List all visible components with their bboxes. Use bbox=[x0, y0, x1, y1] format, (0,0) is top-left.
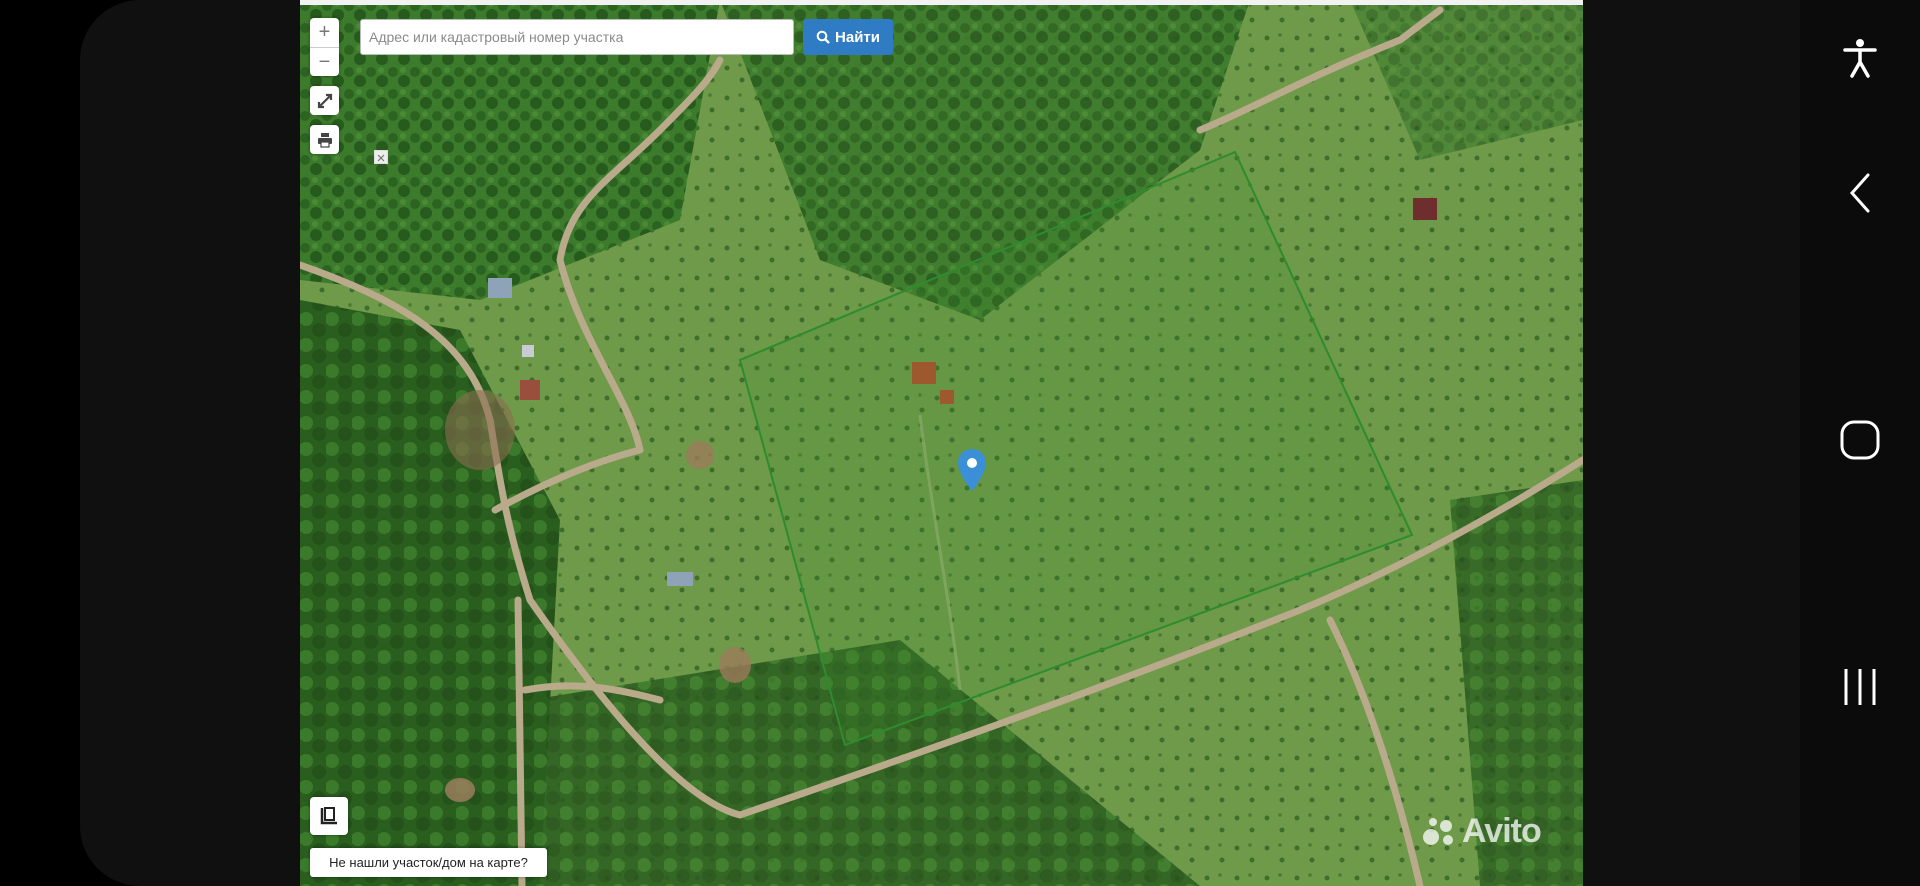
printer-icon bbox=[317, 132, 332, 148]
find-button[interactable]: Найти bbox=[803, 19, 893, 55]
recents-icon bbox=[1844, 669, 1876, 705]
layers-button[interactable] bbox=[310, 797, 348, 835]
recents-button[interactable] bbox=[1840, 667, 1880, 707]
back-button[interactable] bbox=[1840, 173, 1880, 213]
find-button-label: Найти bbox=[835, 28, 880, 46]
map-header-strip bbox=[300, 0, 1583, 5]
avito-logo-icon bbox=[1423, 817, 1453, 845]
location-marker-icon[interactable] bbox=[957, 448, 987, 492]
map-layers-icon bbox=[320, 807, 337, 825]
watermark-text: Avito bbox=[1462, 812, 1542, 850]
accessibility-button[interactable] bbox=[1840, 38, 1880, 78]
satellite-imagery bbox=[300, 0, 1583, 886]
accessibility-icon bbox=[1843, 39, 1877, 78]
print-button[interactable] bbox=[310, 125, 339, 154]
fullscreen-button[interactable] bbox=[310, 86, 339, 115]
system-navigation-bar bbox=[1800, 0, 1920, 886]
broken-image-icon bbox=[374, 150, 388, 164]
home-button[interactable] bbox=[1840, 420, 1880, 460]
zoom-out-button[interactable]: − bbox=[310, 48, 339, 77]
search-icon bbox=[816, 30, 830, 44]
home-icon bbox=[1840, 420, 1880, 460]
back-icon bbox=[1849, 173, 1870, 213]
map-view[interactable]: + − Найти Не нашли участок/дом на карте?… bbox=[300, 0, 1583, 886]
search-input[interactable] bbox=[360, 19, 794, 55]
zoom-control: + − bbox=[310, 18, 339, 76]
zoom-in-button[interactable]: + bbox=[310, 18, 339, 48]
avito-watermark: Avito bbox=[1422, 812, 1542, 851]
not-found-button[interactable]: Не нашли участок/дом на карте? bbox=[310, 848, 547, 877]
expand-icon bbox=[317, 93, 332, 108]
